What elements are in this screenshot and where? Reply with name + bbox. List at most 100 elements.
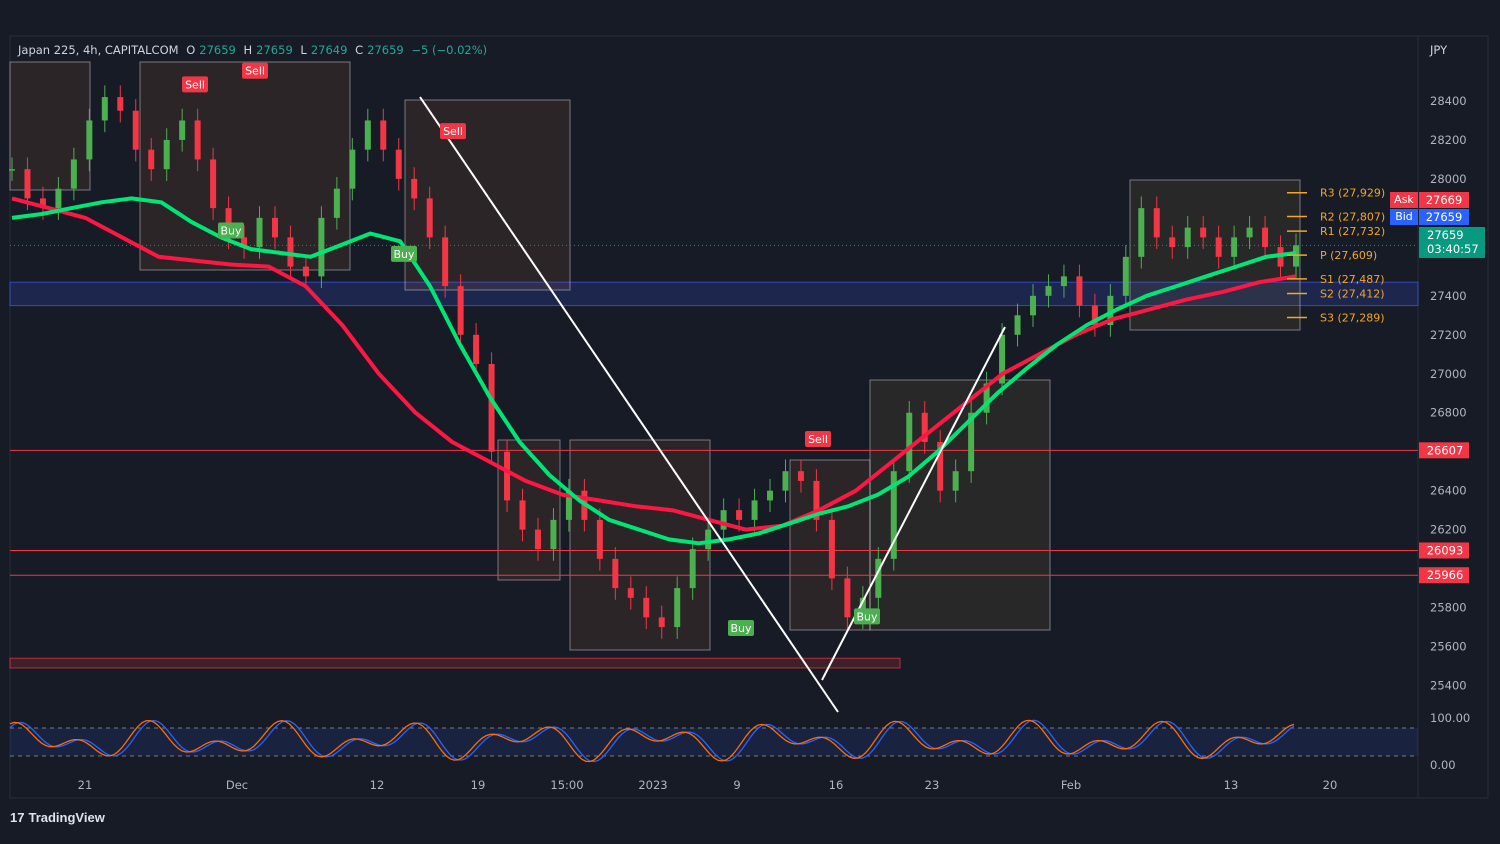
y-tick-label: 28200 xyxy=(1430,133,1467,147)
x-tick-label: 12 xyxy=(370,778,385,792)
candle-body xyxy=(210,159,217,209)
candle-body xyxy=(875,558,882,598)
tradingview-logo-icon: 17 xyxy=(10,810,25,825)
buy-signal-label: Buy xyxy=(220,225,242,238)
candle-body xyxy=(736,510,743,520)
candle-body xyxy=(720,510,727,530)
candle-body xyxy=(751,500,758,520)
candle-body xyxy=(380,120,387,150)
x-tick-label: 19 xyxy=(471,778,486,792)
candle-body xyxy=(767,490,774,501)
candle-body xyxy=(844,578,851,618)
buy-signal-label: Buy xyxy=(393,248,415,261)
candle-body xyxy=(504,451,511,501)
range-box xyxy=(9,61,91,191)
brand-name: TradingView xyxy=(28,810,105,825)
sr-level-label: 26607 xyxy=(1427,443,1464,457)
candle-body xyxy=(1030,295,1037,316)
candle-body xyxy=(194,120,201,160)
candle-body xyxy=(674,588,681,628)
candle-body xyxy=(643,597,650,618)
sell-signal-label: Sell xyxy=(808,433,828,446)
candle-body xyxy=(86,120,93,160)
candle-body xyxy=(1184,227,1191,248)
candle-body xyxy=(906,412,913,472)
candle-body xyxy=(658,617,665,628)
bar-countdown: 03:40:57 xyxy=(1427,242,1479,256)
candle-body xyxy=(828,519,835,579)
sell-signal-label: Sell xyxy=(185,78,205,91)
candle-body xyxy=(689,549,696,589)
candle-body xyxy=(627,588,634,598)
pivot-label: P (27,609) xyxy=(1320,249,1377,262)
bid-value: 27659 xyxy=(1419,209,1469,225)
candle-body xyxy=(349,149,356,189)
candle-body xyxy=(488,364,495,452)
candle-body xyxy=(1293,245,1299,267)
candle-body xyxy=(70,159,77,189)
x-tick-label: 2023 xyxy=(638,778,667,792)
y-tick-label: 25600 xyxy=(1430,640,1467,654)
candle-body xyxy=(101,97,108,121)
x-tick-label: 21 xyxy=(78,778,93,792)
candle-body xyxy=(24,169,31,199)
last-price-value: 27659 xyxy=(1427,228,1464,242)
candle-body xyxy=(1014,315,1021,335)
candle-body xyxy=(1246,227,1253,238)
price-chart[interactable]: 26607 26093 25966 28400 28200 28000 27400 27200… xyxy=(0,0,1500,844)
sr-level-label: 26093 xyxy=(1427,543,1464,557)
candle-body xyxy=(457,286,464,335)
x-tick-label: 16 xyxy=(829,778,844,792)
candle-body xyxy=(473,334,480,365)
candle-body xyxy=(1122,256,1129,296)
candle-body xyxy=(148,149,155,170)
high-value: 27659 xyxy=(256,43,293,57)
low-value: 27649 xyxy=(310,43,348,57)
ask-label: Ask xyxy=(1390,192,1418,208)
pivot-label: R2 (27,807) xyxy=(1320,211,1385,224)
x-tick-label: 20 xyxy=(1323,778,1338,792)
candle-body xyxy=(1231,237,1238,257)
y-tick-label: 25400 xyxy=(1430,679,1467,693)
candle-body xyxy=(534,529,541,550)
candle-body xyxy=(705,529,712,550)
candle-body xyxy=(9,169,15,171)
candle-body xyxy=(952,471,959,491)
sr-level-label: 25966 xyxy=(1427,568,1464,582)
y-tick-label: 27200 xyxy=(1430,328,1467,342)
currency-label: JPY xyxy=(1430,43,1448,57)
y-tick-label: 27400 xyxy=(1430,289,1467,303)
candle-body xyxy=(132,110,139,150)
bid-label: Bid xyxy=(1390,209,1418,225)
candle-body xyxy=(782,471,789,491)
candle-body xyxy=(55,188,62,209)
candle-body xyxy=(442,237,449,287)
change-value: −5 (−0.02%) xyxy=(411,43,488,57)
x-tick-label: 23 xyxy=(925,778,940,792)
pivot-label: R1 (27,732) xyxy=(1320,225,1385,238)
candle-body xyxy=(1169,237,1176,248)
candle-body xyxy=(318,217,325,277)
candle-body xyxy=(256,217,263,248)
y-tick-label: 26800 xyxy=(1430,406,1467,420)
close-value: 27659 xyxy=(367,43,404,57)
candle-body xyxy=(596,519,603,559)
candle-body xyxy=(302,266,309,277)
candle-body xyxy=(364,120,371,150)
candle-body xyxy=(426,198,433,238)
high-label: H xyxy=(243,43,253,57)
candle-body xyxy=(1045,286,1052,296)
candle-body xyxy=(519,500,526,530)
oscillator-tick-label: 0.00 xyxy=(1430,758,1456,772)
candle-body xyxy=(1060,276,1067,287)
x-tick-label: 9 xyxy=(733,778,740,792)
close-label: C xyxy=(355,43,364,57)
demand-zone xyxy=(9,657,901,669)
chart-frame: 26607 26093 25966 28400 28200 28000 27400 27200… xyxy=(0,0,1500,844)
open-value: 27659 xyxy=(199,43,236,57)
sell-signal-label: Sell xyxy=(245,65,265,78)
y-tick-label: 26200 xyxy=(1430,523,1467,537)
y-tick-label: 28400 xyxy=(1430,94,1467,108)
pivot-label: S3 (27,289) xyxy=(1320,311,1385,324)
tradingview-logo[interactable]: 17 TradingView xyxy=(10,810,105,825)
